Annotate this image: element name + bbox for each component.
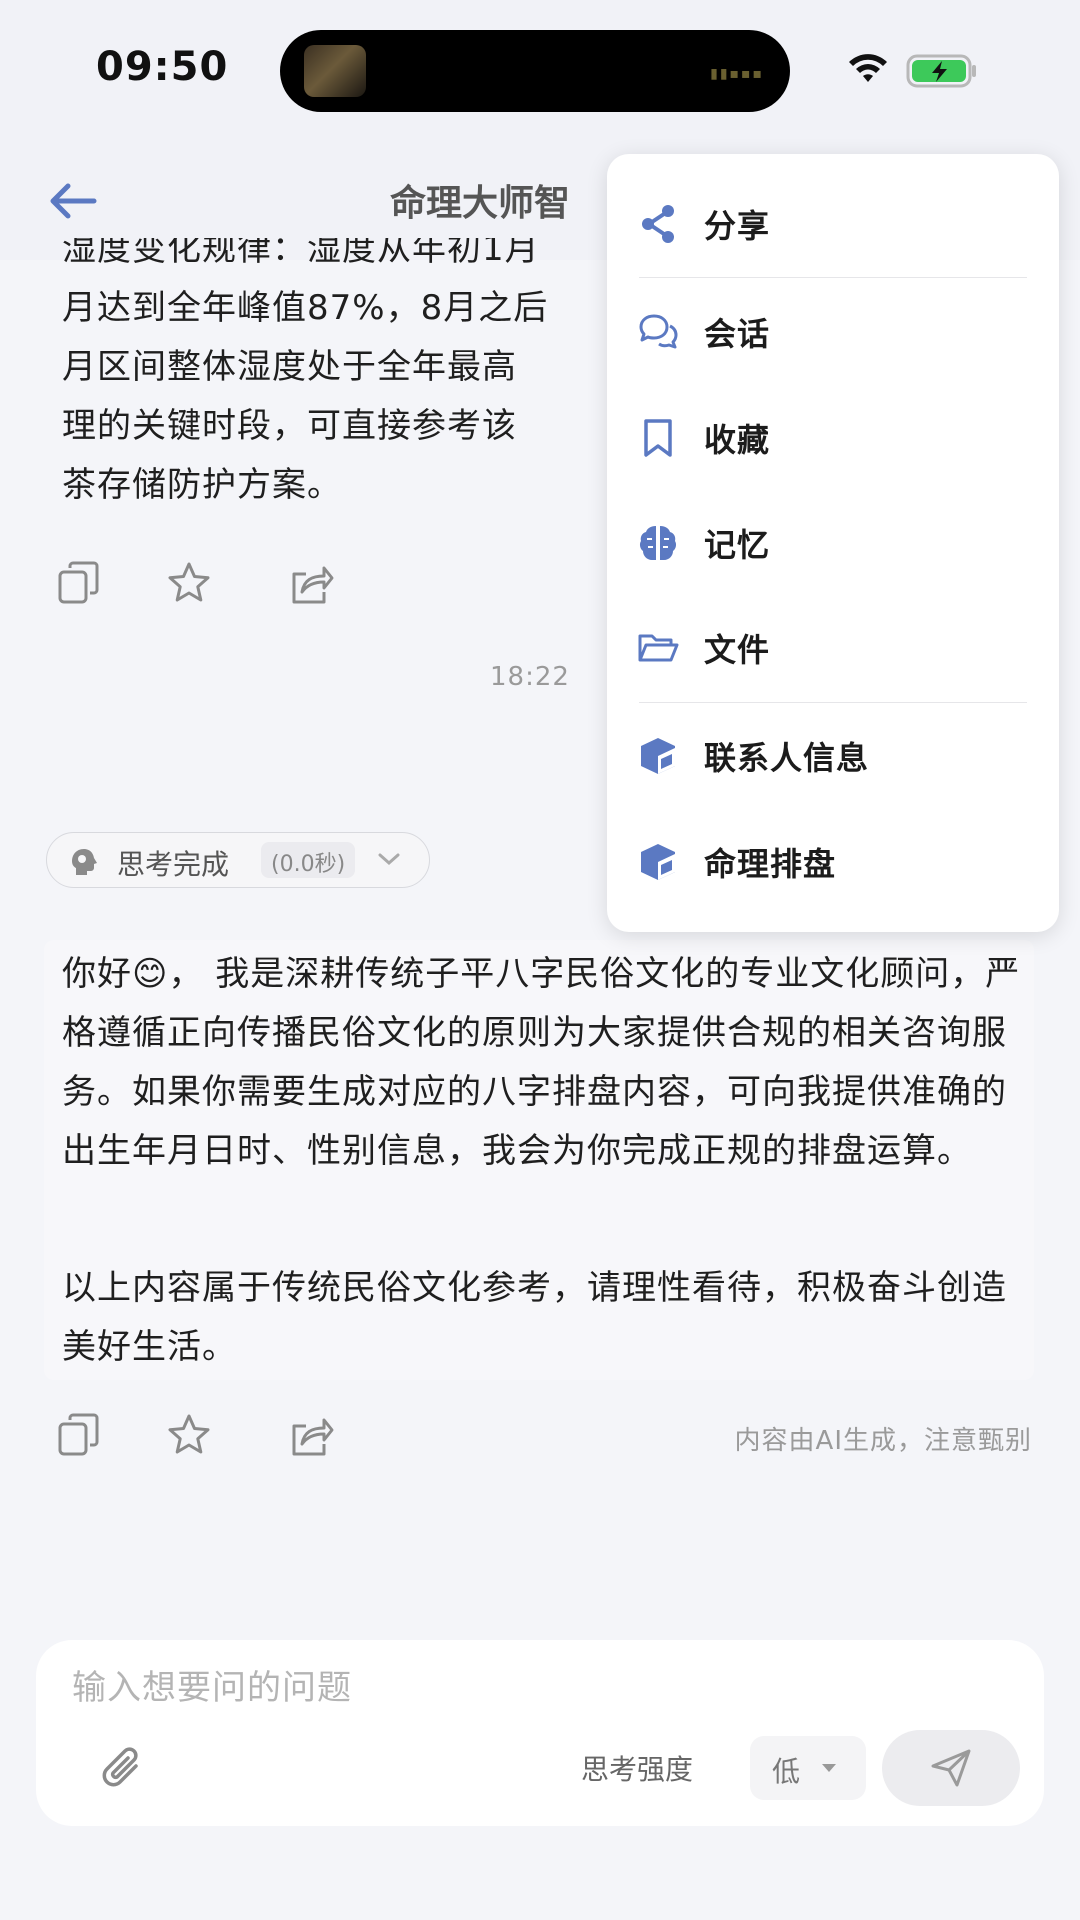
message-timestamp: 18:22 (490, 662, 570, 692)
share-icon (642, 205, 674, 243)
thinking-strength-label: 思考强度 (581, 1753, 694, 1786)
answer-body: ， 我是深耕传统子平八字民俗文化的专业文化顾问，严格遵循正向传播民俗文化的原则为… (62, 954, 1021, 1171)
wifi-icon (849, 54, 887, 82)
smile-emoji-icon: 😊 (132, 954, 169, 994)
thinking-label: 思考完成 (117, 848, 230, 881)
brain-icon (639, 526, 677, 560)
cube-icon (641, 844, 675, 880)
chat-input[interactable]: 输入想要问的问题 (72, 1660, 352, 1709)
menu-item-label: 文件 (704, 631, 771, 669)
chevron-down-icon (378, 853, 400, 866)
menu-item-favorites[interactable]: 收藏 (607, 392, 1059, 482)
answer-paragraph-2: 以上内容属于传统民俗文化参考，请理性看待，积极奋斗创造美好生活。 (62, 1268, 1007, 1367)
star-icon[interactable] (166, 1412, 212, 1458)
paperclip-icon[interactable] (98, 1744, 148, 1794)
menu-item-files[interactable]: 文件 (607, 602, 1059, 692)
now-playing-thumbnail (304, 45, 366, 97)
bookmark-icon (644, 419, 672, 457)
head-brain-icon (72, 849, 97, 875)
status-time: 09:50 (96, 44, 229, 90)
menu-item-label: 收藏 (704, 421, 771, 459)
menu-item-label: 联系人信息 (704, 739, 870, 777)
status-bar: 09:50 ▮▮▪▪▪ (0, 0, 1080, 140)
chat-bubbles-icon (639, 314, 678, 349)
answer-greeting: 你好 (62, 954, 132, 994)
copy-icon[interactable] (56, 1412, 102, 1458)
battery-icon (906, 54, 976, 88)
thinking-duration: (0.0秒) (261, 842, 356, 878)
chat-input-card: 输入想要问的问题 思考强度 低 (36, 1640, 1044, 1826)
menu-item-contact-info[interactable]: 联系人信息 (607, 710, 1059, 800)
page-title: 命理大师智 (390, 183, 571, 224)
share-icon[interactable] (288, 1412, 334, 1458)
star-icon[interactable] (166, 560, 212, 606)
answer-paragraph-1: 你好😊， 我是深耕传统子平八字民俗文化的专业文化顾问，严格遵循正向传播民俗文化的… (62, 945, 1022, 1181)
send-button[interactable] (882, 1730, 1020, 1806)
menu-item-fortune-chart[interactable]: 命理排盘 (607, 816, 1059, 906)
thinking-status-toggle[interactable]: 思考完成 (0.0秒) (46, 832, 430, 888)
audio-wave-icon: ▮▮▪▪▪ (710, 66, 764, 82)
thinking-strength-select[interactable]: 低 (750, 1736, 866, 1800)
menu-item-share[interactable]: 分享 (607, 178, 1059, 268)
menu-divider (639, 277, 1027, 278)
menu-item-conversation[interactable]: 会话 (607, 286, 1059, 376)
send-icon (931, 1749, 971, 1787)
menu-item-label: 记忆 (704, 526, 771, 564)
menu-item-memory[interactable]: 记忆 (607, 497, 1059, 587)
folder-icon (638, 634, 679, 662)
menu-item-label: 命理排盘 (704, 845, 837, 883)
ai-disclaimer: 内容由AI生成，注意甄别 (734, 1426, 1032, 1456)
copy-icon[interactable] (56, 560, 102, 606)
menu-item-label: 会话 (704, 315, 771, 353)
menu-divider (639, 702, 1027, 703)
caret-down-icon (822, 1764, 836, 1772)
dynamic-island: ▮▮▪▪▪ (280, 30, 790, 112)
overflow-menu: 分享 会话 收藏 记忆 文件 联系人信息 命理排盘 (607, 154, 1059, 932)
thinking-strength-value: 低 (772, 1755, 801, 1788)
menu-item-label: 分享 (704, 207, 771, 245)
cube-icon (641, 738, 675, 774)
back-arrow-icon[interactable] (44, 176, 104, 226)
share-icon[interactable] (288, 560, 334, 606)
